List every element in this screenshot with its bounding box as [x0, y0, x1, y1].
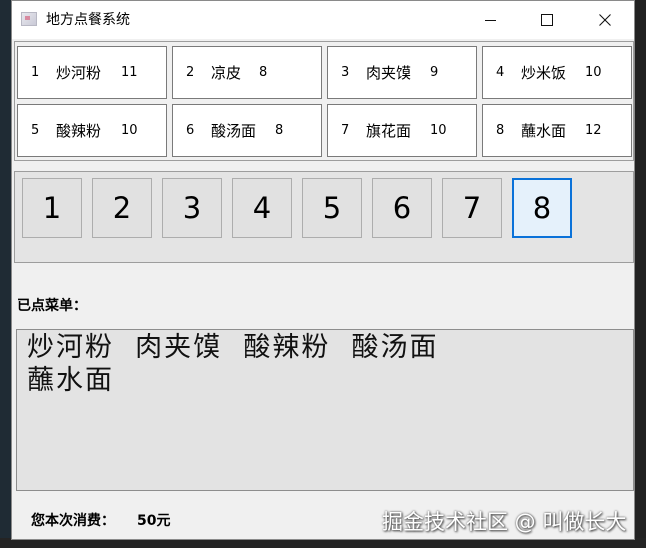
dish-price: 10: [430, 123, 447, 138]
keypad-button-1[interactable]: 1: [22, 178, 82, 238]
ordered-menu-label: 已点菜单：: [17, 298, 87, 314]
dish-price: 8: [259, 65, 268, 80]
dish-number: 2: [186, 65, 195, 80]
dish-price: 9: [430, 65, 439, 80]
backdrop-right: [634, 0, 646, 548]
dish-price: 10: [585, 65, 602, 80]
dish-number: 7: [341, 123, 350, 138]
keypad-button-2[interactable]: 2: [92, 178, 152, 238]
dish-card-5: 5 酸辣粉 10: [17, 104, 167, 157]
dish-name: 凉皮: [211, 64, 242, 82]
dish-card-1: 1 炒河粉 11: [17, 46, 167, 99]
dish-price: 11: [121, 65, 138, 80]
total-cost-value: 50元: [137, 513, 171, 529]
dish-number: 3: [341, 65, 350, 80]
dish-card-6: 6 酸汤面 8: [172, 104, 322, 157]
watermark-text: 掘金技术社区 @ 叫做长大: [382, 510, 627, 534]
dish-name: 炒河粉: [56, 64, 102, 82]
total-cost-label: 您本次消费：: [31, 513, 115, 529]
keypad-button-5[interactable]: 5: [302, 178, 362, 238]
dish-card-7: 7 旗花面 10: [327, 104, 477, 157]
dish-card-3: 3 肉夹馍 9: [327, 46, 477, 99]
dish-price: 8: [275, 123, 284, 138]
keypad-button-7[interactable]: 7: [442, 178, 502, 238]
dish-number: 6: [186, 123, 195, 138]
dish-number: 8: [496, 123, 505, 138]
keypad-button-8[interactable]: 8: [512, 178, 572, 238]
keypad-button-4[interactable]: 4: [232, 178, 292, 238]
dish-number: 4: [496, 65, 505, 80]
dish-price: 10: [121, 123, 138, 138]
close-button[interactable]: [576, 1, 634, 39]
dish-number: 1: [31, 65, 40, 80]
keypad-button-6[interactable]: 6: [372, 178, 432, 238]
title-bar[interactable]: 地方点餐系统: [12, 1, 634, 39]
minimize-icon: [485, 20, 496, 21]
close-icon: [599, 14, 611, 26]
dish-name: 旗花面: [366, 122, 412, 140]
maximize-button[interactable]: [518, 1, 576, 39]
app-icon: [21, 12, 37, 26]
maximize-icon: [541, 14, 553, 26]
dish-number: 5: [31, 123, 40, 138]
dish-menu-panel: 1 炒河粉 11 2 凉皮 8 3 肉夹馍 9 4 炒米饭 10 5 酸辣粉 1…: [14, 41, 634, 161]
minimize-button[interactable]: [462, 1, 520, 39]
dish-card-4: 4 炒米饭 10: [482, 46, 632, 99]
dish-card-2: 2 凉皮 8: [172, 46, 322, 99]
dish-card-8: 8 蘸水面 12: [482, 104, 632, 157]
ordered-menu-textbox[interactable]: 炒河粉 肉夹馍 酸辣粉 酸汤面 蘸水面: [16, 329, 634, 491]
dish-name: 酸辣粉: [56, 122, 102, 140]
number-keypad-panel: 1 2 3 4 5 6 7 8: [14, 171, 634, 263]
keypad-button-3[interactable]: 3: [162, 178, 222, 238]
dish-name: 蘸水面: [521, 122, 567, 140]
dish-price: 12: [585, 123, 602, 138]
dish-name: 炒米饭: [521, 64, 567, 82]
window-title: 地方点餐系统: [46, 12, 130, 28]
app-window: 地方点餐系统 1 炒河粉 11 2 凉皮 8 3 肉夹馍 9 4 炒米饭 10 …: [11, 0, 635, 540]
dish-name: 酸汤面: [211, 122, 257, 140]
dish-name: 肉夹馍: [366, 64, 412, 82]
